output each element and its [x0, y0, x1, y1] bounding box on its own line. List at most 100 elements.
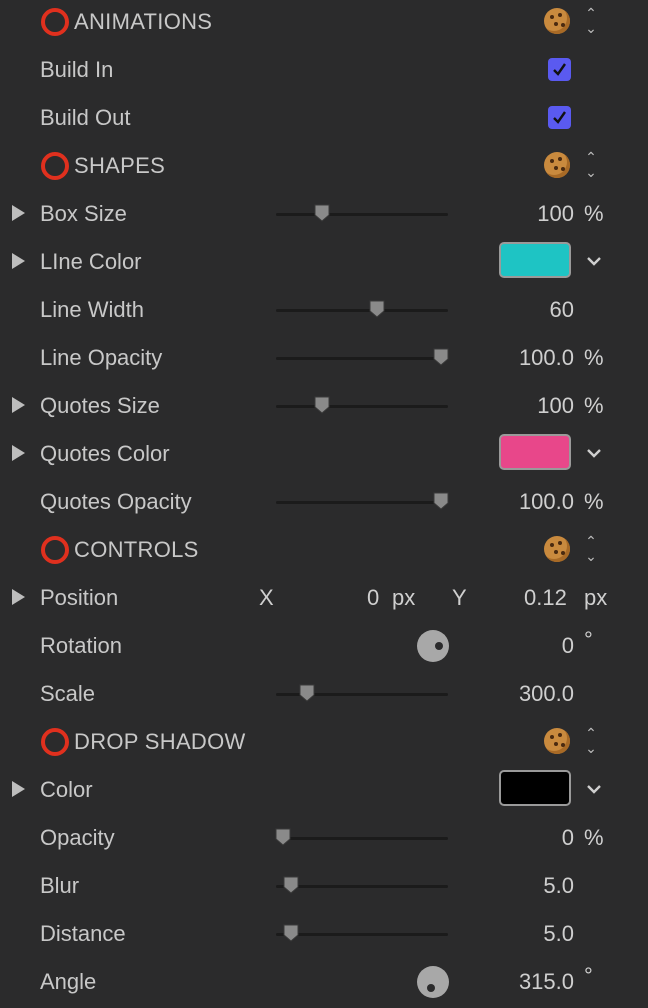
up-down-stepper-icon[interactable]: ⌃ ⌄: [580, 726, 602, 758]
shadow-opacity-row: Opacity 0 %: [0, 814, 648, 862]
shadow-opacity-slider[interactable]: [275, 828, 448, 846]
quotes-size-row: Quotes Size 100 %: [0, 382, 648, 430]
quotes-color-swatch[interactable]: [499, 434, 571, 470]
red-ring-icon: [41, 8, 69, 36]
quotes-opacity-slider[interactable]: [276, 492, 449, 510]
up-down-stepper-icon[interactable]: ⌃ ⌄: [580, 150, 602, 182]
cookie-icon[interactable]: [544, 152, 570, 178]
distance-label: Distance: [40, 921, 126, 946]
slider-thumb[interactable]: [282, 924, 300, 942]
quotes-color-row: Quotes Color: [0, 430, 648, 478]
section-title: CONTROLS: [74, 537, 199, 562]
section-header-controls[interactable]: CONTROLS ⌃ ⌄: [0, 528, 648, 576]
shadow-opacity-label: Opacity: [40, 825, 115, 850]
disclosure-triangle-icon[interactable]: [12, 397, 25, 413]
section-title: DROP SHADOW: [74, 729, 246, 754]
line-width-value[interactable]: 60: [550, 286, 574, 334]
section-header-animations[interactable]: ANIMATIONS ⌃ ⌄: [0, 0, 648, 48]
line-width-slider[interactable]: [276, 300, 448, 318]
line-opacity-label: Line Opacity: [40, 345, 163, 370]
line-opacity-row: Line Opacity 100.0 %: [0, 334, 648, 382]
scale-row: Scale 300.0: [0, 670, 648, 718]
section-header-shapes[interactable]: SHAPES ⌃ ⌄: [0, 144, 648, 192]
quotes-size-value[interactable]: 100: [537, 382, 574, 430]
blur-label: Blur: [40, 873, 80, 898]
quotes-size-slider[interactable]: [276, 396, 448, 414]
scale-value[interactable]: 300.0: [519, 670, 574, 718]
build-out-label: Build Out: [40, 105, 131, 130]
rotation-dial-icon[interactable]: [417, 630, 449, 662]
build-out-checkbox[interactable]: [548, 106, 571, 129]
scale-slider[interactable]: [276, 684, 448, 702]
distance-slider[interactable]: [276, 924, 448, 942]
position-x-label: X: [259, 585, 274, 610]
slider-thumb[interactable]: [432, 492, 450, 510]
disclosure-triangle-icon[interactable]: [12, 445, 25, 461]
position-y-value[interactable]: 0.12: [524, 574, 567, 622]
chevron-down-icon[interactable]: [585, 780, 603, 798]
shadow-color-row: Color: [0, 766, 648, 814]
scale-label: Scale: [40, 681, 96, 706]
quotes-opacity-row: Quotes Opacity 100.0 %: [0, 478, 648, 526]
up-down-stepper-icon[interactable]: ⌃ ⌄: [580, 534, 602, 566]
line-opacity-slider[interactable]: [276, 348, 449, 366]
shadow-color-swatch[interactable]: [499, 770, 571, 806]
line-color-swatch[interactable]: [499, 242, 571, 278]
cookie-icon[interactable]: [544, 728, 570, 754]
build-in-checkbox[interactable]: [548, 58, 571, 81]
position-y-label: Y: [452, 585, 467, 610]
box-size-value[interactable]: 100: [537, 190, 574, 238]
line-color-row: LIne Color: [0, 238, 648, 286]
angle-unit: °: [584, 963, 593, 988]
section-title: ANIMATIONS: [74, 9, 213, 34]
line-width-row: Line Width 60: [0, 286, 648, 334]
rotation-dial-icon[interactable]: [417, 966, 449, 998]
slider-thumb[interactable]: [274, 828, 292, 846]
blur-slider[interactable]: [276, 876, 448, 894]
red-ring-icon: [41, 152, 69, 180]
quotes-opacity-label: Quotes Opacity: [40, 489, 192, 514]
disclosure-triangle-icon[interactable]: [12, 589, 25, 605]
quotes-opacity-value[interactable]: 100.0: [519, 478, 574, 526]
box-size-row: Box Size 100 %: [0, 190, 648, 238]
disclosure-triangle-icon[interactable]: [12, 781, 25, 797]
slider-thumb[interactable]: [432, 348, 450, 366]
rotation-label: Rotation: [40, 633, 122, 658]
disclosure-triangle-icon[interactable]: [12, 205, 25, 221]
quotes-size-label: Quotes Size: [40, 393, 160, 418]
position-y-unit: px: [584, 585, 608, 610]
shadow-opacity-value[interactable]: 0: [562, 814, 574, 862]
quotes-opacity-unit: %: [584, 489, 604, 514]
rotation-value[interactable]: 0: [562, 622, 574, 670]
slider-thumb[interactable]: [313, 396, 331, 414]
section-title: SHAPES: [74, 153, 166, 178]
line-opacity-unit: %: [584, 345, 604, 370]
rotation-unit: °: [584, 627, 593, 652]
rotation-row: Rotation 0 °: [0, 622, 648, 670]
build-out-row: Build Out: [0, 94, 648, 142]
slider-thumb[interactable]: [368, 300, 386, 318]
angle-value[interactable]: 315.0: [519, 958, 574, 1006]
slider-thumb[interactable]: [298, 684, 316, 702]
slider-thumb[interactable]: [282, 876, 300, 894]
position-label: Position: [40, 585, 119, 610]
up-down-stepper-icon[interactable]: ⌃ ⌄: [580, 6, 602, 38]
disclosure-triangle-icon[interactable]: [12, 253, 25, 269]
chevron-down-icon[interactable]: [585, 444, 603, 462]
chevron-down-icon[interactable]: [585, 252, 603, 270]
box-size-slider[interactable]: [276, 204, 448, 222]
blur-value[interactable]: 5.0: [543, 862, 574, 910]
build-in-label: Build In: [40, 57, 114, 82]
quotes-color-label: Quotes Color: [40, 441, 170, 466]
section-header-drop-shadow[interactable]: DROP SHADOW ⌃ ⌄: [0, 720, 648, 768]
slider-thumb[interactable]: [313, 204, 331, 222]
angle-label: Angle: [40, 969, 97, 994]
line-opacity-value[interactable]: 100.0: [519, 334, 574, 382]
box-size-unit: %: [584, 201, 604, 226]
distance-row: Distance 5.0: [0, 910, 648, 958]
cookie-icon[interactable]: [544, 536, 570, 562]
cookie-icon[interactable]: [544, 8, 570, 34]
position-row: Position X 0 px Y 0.12 px: [0, 574, 648, 622]
position-x-value[interactable]: 0: [367, 574, 379, 622]
distance-value[interactable]: 5.0: [543, 910, 574, 958]
